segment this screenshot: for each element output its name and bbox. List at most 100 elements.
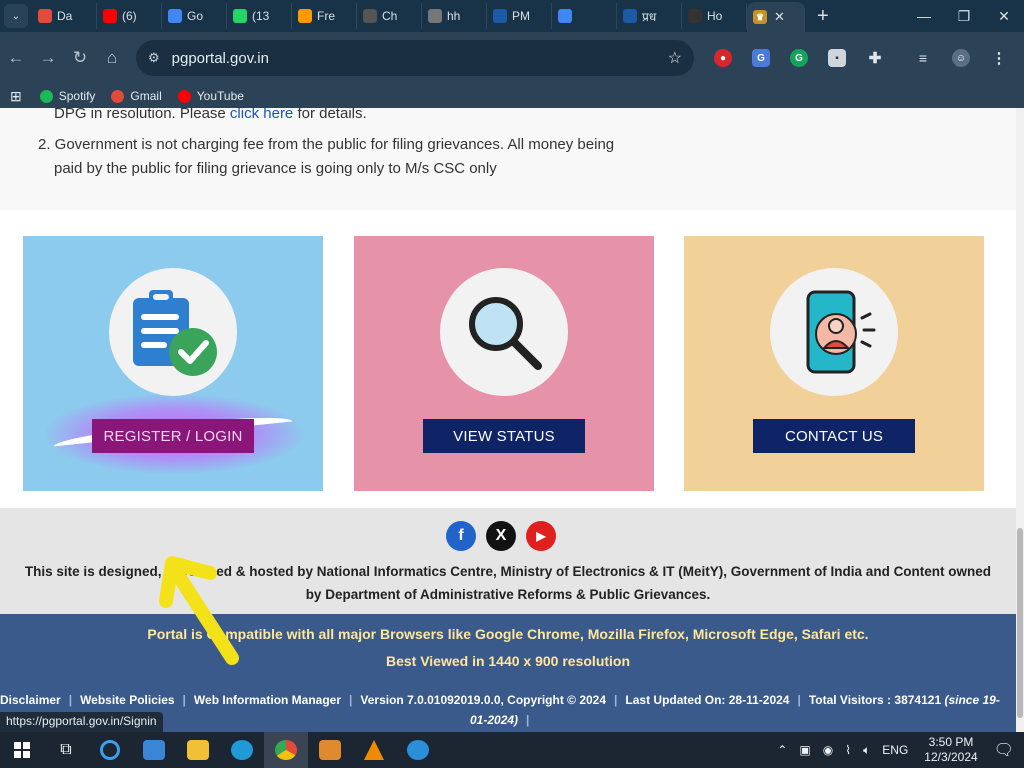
address-bar[interactable]: ⚙ pgportal.gov.in ☆ — [136, 40, 694, 76]
youtube-icon[interactable]: ▶ — [526, 521, 556, 551]
extension-4-icon[interactable]: ▪ — [828, 49, 846, 67]
click-here-link[interactable]: click here — [230, 108, 293, 122]
app-icon[interactable] — [396, 732, 440, 768]
bookmark-label: Gmail — [130, 89, 162, 103]
wifi-icon[interactable]: ⌇ — [845, 743, 851, 757]
since-date-text: 01-2024) — [470, 713, 519, 727]
page-scrollbar[interactable] — [1016, 108, 1024, 732]
extension-1-icon[interactable]: ● — [714, 49, 732, 67]
disclaimer-link[interactable]: Disclaimer — [0, 693, 61, 707]
youtube-icon — [103, 9, 117, 23]
tab-label: प्रध — [642, 9, 657, 24]
tab-label: (6) — [122, 9, 137, 23]
show-hidden-icons[interactable]: ⌃ — [777, 743, 787, 757]
google-icon — [558, 9, 572, 23]
vlc-icon[interactable] — [352, 732, 396, 768]
tab-label: Go — [187, 9, 204, 23]
whatsapp-icon — [233, 9, 247, 23]
website-policies-link[interactable]: Website Policies — [80, 693, 174, 707]
register-card[interactable]: REGISTER / LOGIN — [23, 236, 323, 491]
menu-kebab-icon[interactable]: ⋮ — [990, 49, 1008, 67]
restore-button[interactable]: ❐ — [944, 8, 984, 25]
volume-icon[interactable]: 🔈︎ — [863, 743, 870, 758]
notification-icon[interactable]: 🗨︎ — [994, 740, 1014, 760]
url-text[interactable]: pgportal.gov.in — [172, 50, 668, 67]
tab-4[interactable]: Fre — [292, 3, 357, 29]
close-tab-icon[interactable]: ✕ — [774, 9, 785, 25]
tab-9[interactable]: प्रध — [617, 3, 682, 29]
facebook-icon[interactable]: f — [446, 521, 476, 551]
bookmark-label: Spotify — [58, 89, 96, 103]
tab-10[interactable]: Ho — [682, 3, 747, 29]
view-status-button[interactable]: VIEW STATUS — [423, 419, 585, 453]
reload-button[interactable]: ↻ — [64, 48, 96, 68]
extensions-puzzle-icon[interactable]: ✚ — [866, 49, 884, 67]
grammarly-extension-icon[interactable]: G — [790, 49, 808, 67]
tab-5[interactable]: Ch — [357, 3, 422, 29]
gmail-icon — [38, 9, 52, 23]
language-indicator[interactable]: ENG — [882, 743, 908, 757]
gmail-icon — [111, 89, 125, 103]
notice-text: DPG in resolution. Please — [54, 108, 230, 122]
bookmark-gmail[interactable]: Gmail — [111, 89, 162, 103]
home-button[interactable]: ⌂ — [96, 48, 128, 68]
tab-label: (13 — [252, 9, 270, 23]
system-tray: ⌃ ▣ ◉ ⌇ 🔈︎ ENG 3:50 PM 12/3/2024 🗨︎ — [771, 732, 1024, 768]
scrollbar-thumb[interactable] — [1017, 528, 1023, 718]
profile-avatar[interactable]: ☺ — [952, 49, 970, 67]
globe-icon — [428, 9, 442, 23]
file-explorer-icon[interactable] — [176, 732, 220, 768]
pb-icon — [623, 9, 637, 23]
phone-contact-icon — [770, 268, 898, 396]
x-twitter-icon[interactable]: X — [486, 521, 516, 551]
tab-label: PM — [512, 9, 530, 23]
reading-list-icon[interactable]: ≡ — [914, 49, 932, 67]
spotify-icon — [39, 89, 53, 103]
site-info-icon[interactable]: ⚙ — [148, 50, 160, 66]
tab-0[interactable]: Da — [32, 3, 97, 29]
service-cards: REGISTER / LOGIN VIEW STATUS CONTACT US — [0, 210, 1016, 508]
forward-button[interactable]: → — [32, 48, 64, 68]
tab-8[interactable] — [552, 3, 617, 29]
notice-section: DPG in resolution. Please click here for… — [0, 108, 1016, 210]
chrome-tray-icon[interactable]: ◉ — [823, 743, 833, 757]
yellow-arrow-annotation — [159, 556, 239, 665]
new-tab-button[interactable]: + — [817, 5, 839, 28]
translate-extension-icon[interactable]: G — [752, 49, 770, 67]
amazon-icon — [298, 9, 312, 23]
minimize-button[interactable]: — — [904, 8, 944, 24]
tab-3[interactable]: (13 — [227, 3, 292, 29]
cortana-icon[interactable] — [88, 732, 132, 768]
social-links: f X ▶ — [446, 521, 556, 551]
edge-icon[interactable] — [220, 732, 264, 768]
chrome-icon[interactable] — [264, 732, 308, 768]
web-info-manager-link[interactable]: Web Information Manager — [194, 693, 341, 707]
bookmark-star-icon[interactable]: ☆ — [668, 48, 682, 68]
media-player-icon[interactable] — [308, 732, 352, 768]
contact-card[interactable]: CONTACT US — [684, 236, 984, 491]
task-view-icon[interactable]: ⧉ — [44, 732, 88, 768]
store-icon[interactable] — [132, 732, 176, 768]
tab-search-button[interactable]: ⌄ — [4, 4, 28, 28]
apps-grid-icon[interactable]: ⊞ — [10, 88, 22, 105]
tab-2[interactable]: Go — [162, 3, 227, 29]
windows-start-icon[interactable] — [0, 732, 44, 768]
bookmark-youtube[interactable]: YouTube — [177, 89, 244, 103]
bookmark-spotify[interactable]: Spotify — [39, 89, 96, 103]
view-status-card[interactable]: VIEW STATUS — [354, 236, 654, 491]
contact-us-button[interactable]: CONTACT US — [753, 419, 915, 453]
notice-line-1: DPG in resolution. Please click here for… — [54, 108, 367, 126]
close-window-button[interactable]: ✕ — [984, 8, 1024, 25]
clock[interactable]: 3:50 PM 12/3/2024 — [924, 735, 977, 765]
page-viewport: DPG in resolution. Please click here for… — [0, 108, 1016, 732]
since-text: (since 19- — [944, 693, 1000, 707]
tab-7[interactable]: PM — [487, 3, 552, 29]
tab-1[interactable]: (6) — [97, 3, 162, 29]
register-login-button[interactable]: REGISTER / LOGIN — [92, 419, 254, 453]
tab-active[interactable]: ♛ ✕ — [747, 2, 805, 32]
tab-6[interactable]: hh — [422, 3, 487, 29]
meet-now-icon[interactable]: ▣ — [799, 743, 810, 757]
clock-time: 3:50 PM — [928, 735, 974, 749]
windows-taskbar: ⧉ ⌃ ▣ ◉ ⌇ 🔈︎ ENG 3:50 PM 12/3/2024 🗨︎ — [0, 732, 1024, 768]
back-button[interactable]: ← — [0, 48, 32, 68]
